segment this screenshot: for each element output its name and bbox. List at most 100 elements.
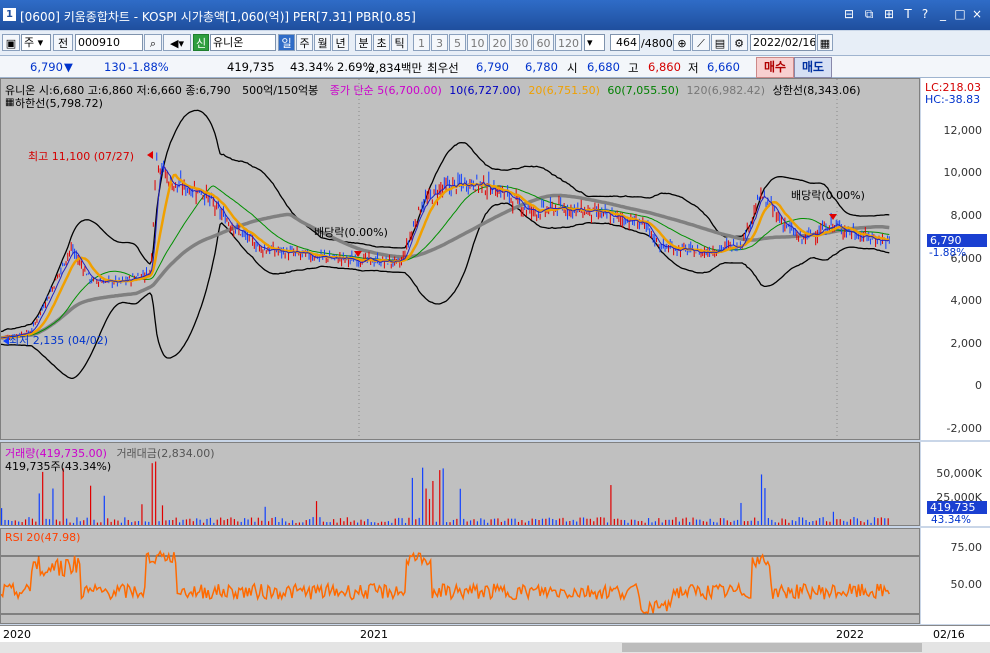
chart-scrollbar[interactable] <box>0 642 990 653</box>
close-icon[interactable]: × <box>970 7 984 21</box>
volume-bar <box>425 488 427 525</box>
chart-type-select[interactable]: 주 ▾ <box>21 34 51 51</box>
stock-code-input[interactable]: 000910 <box>75 34 143 51</box>
save-icon[interactable]: ▤ <box>711 34 729 51</box>
buy-button[interactable]: 매수 <box>756 57 794 78</box>
volume-bar <box>401 518 403 525</box>
search-icon[interactable]: ⌕ <box>144 34 162 51</box>
volume-bar <box>96 522 99 525</box>
prev-button[interactable]: 전 <box>53 34 73 51</box>
volume-bar <box>480 518 482 525</box>
volume-bar <box>18 521 20 525</box>
volume-bar <box>836 519 838 525</box>
sell-button[interactable]: 매도 <box>794 57 832 78</box>
volume-bar <box>541 518 544 525</box>
period-second-tab[interactable]: 초 <box>373 34 390 51</box>
stock-name-field[interactable]: 유니온 <box>210 34 276 51</box>
volume-bar <box>839 519 841 525</box>
scroll-thumb[interactable] <box>622 643 922 652</box>
period-week-tab[interactable]: 주 <box>296 34 313 51</box>
settings-gear-icon[interactable]: ⚙ <box>730 34 748 51</box>
volume-bar <box>819 518 821 525</box>
minimize-tray-icon[interactable]: ⊟ <box>842 7 856 21</box>
trade-amount: 2,834백만 <box>368 61 423 75</box>
rsi-tick-50: 50.00 <box>950 578 983 591</box>
interval-120-button[interactable]: 120 <box>555 34 582 51</box>
title-bar: 1 [0600] 키움종합차트 - KOSPI 시가총액[1,060(억)] P… <box>0 0 990 30</box>
volume-bar <box>346 517 348 525</box>
calendar-icon[interactable]: ▦ <box>817 34 833 51</box>
volume-bar <box>695 519 698 525</box>
interval-60-button[interactable]: 60 <box>533 34 554 51</box>
volume-bar <box>870 522 872 525</box>
volume-bar <box>552 518 554 525</box>
volume-chart-panel[interactable]: 거래량(419,735.00) 거래대금(2,834.00) 419,735주(… <box>0 442 920 526</box>
volume-bar <box>740 502 742 525</box>
interval-30-button[interactable]: 30 <box>511 34 532 51</box>
legend-ma-title: 종가 단순 <box>329 84 374 97</box>
dividend-annotation-2: 배당락(0.00%) <box>791 189 865 202</box>
change-percent-tag: -1.88% <box>929 247 967 259</box>
volume-bar <box>21 522 23 525</box>
legend-ma20: 20(6,751.50) <box>528 84 600 97</box>
period-tick-tab[interactable]: 틱 <box>391 34 408 51</box>
interval-20-button[interactable]: 20 <box>489 34 510 51</box>
price-chart-panel[interactable]: 유니온 시:6,680 고:6,860 저:6,660 종:6,790 500억… <box>0 78 920 440</box>
volume-bar <box>634 519 636 525</box>
volume-bar <box>843 520 845 525</box>
volume-bar <box>630 519 633 525</box>
volume-bar <box>257 517 259 525</box>
volume-bar <box>336 522 338 525</box>
pin-window-icon[interactable]: ⊞ <box>882 7 896 21</box>
volume-bar <box>576 521 578 525</box>
period-minute-tab[interactable]: 분 <box>355 34 372 51</box>
rsi-axis: 75.00 50.00 <box>921 528 990 624</box>
volume-bar <box>206 518 208 525</box>
restore-window-icon[interactable]: ⧉ <box>862 7 876 21</box>
help-icon[interactable]: ? <box>918 7 932 21</box>
volume-bar <box>79 521 81 525</box>
period-day-tab[interactable]: 일 <box>278 34 295 51</box>
history-arrow-icon[interactable]: ◀▾ <box>163 34 191 51</box>
volume-bar <box>757 521 759 525</box>
volume-bar <box>42 471 44 525</box>
volume-bar <box>579 517 581 525</box>
data-count-input[interactable]: 464 <box>610 34 640 51</box>
volume-bar <box>168 520 170 525</box>
volume-bar <box>726 520 728 525</box>
volume-bar <box>784 519 787 525</box>
grid-toggle-icon[interactable]: ▦ <box>5 97 14 108</box>
interval-3-button[interactable]: 3 <box>431 34 448 51</box>
volume-bar <box>661 522 663 525</box>
volume-bar <box>521 520 523 525</box>
volume-bar <box>90 485 92 525</box>
volume-bar <box>692 517 694 525</box>
date-input[interactable]: 2022/02/16 <box>750 34 816 51</box>
candlestick-series <box>1 152 890 340</box>
volume-bar <box>517 521 520 525</box>
volume-bar <box>641 520 643 525</box>
volume-bar <box>319 517 321 525</box>
font-setting-icon[interactable]: T <box>901 7 915 21</box>
maximize-icon[interactable]: □ <box>953 7 967 21</box>
period-month-tab[interactable]: 월 <box>314 34 331 51</box>
volume-bar <box>35 521 37 525</box>
volume-bar <box>456 518 458 525</box>
volume-bar <box>473 519 475 525</box>
volume-bar <box>326 522 328 525</box>
minimize-icon[interactable]: _ <box>936 7 950 21</box>
volume-bar <box>863 522 865 525</box>
indicator-icon[interactable]: ⊕ <box>673 34 691 51</box>
volume-bar <box>117 520 119 525</box>
draw-tool-icon[interactable]: ⟋ <box>692 34 710 51</box>
period-year-tab[interactable]: 년 <box>332 34 349 51</box>
layout-icon[interactable]: ▣ <box>2 34 20 51</box>
x-label-2022: 2022 <box>836 628 864 641</box>
interval-5-button[interactable]: 5 <box>449 34 466 51</box>
volume-bar <box>668 519 670 525</box>
interval-10-button[interactable]: 10 <box>467 34 488 51</box>
dividend-marker-2 <box>829 214 837 220</box>
interval-1-button[interactable]: 1 <box>413 34 430 51</box>
rsi-chart-panel[interactable]: RSI 20(47.98) <box>0 528 920 624</box>
interval-dropdown[interactable]: ▾ <box>584 34 605 51</box>
